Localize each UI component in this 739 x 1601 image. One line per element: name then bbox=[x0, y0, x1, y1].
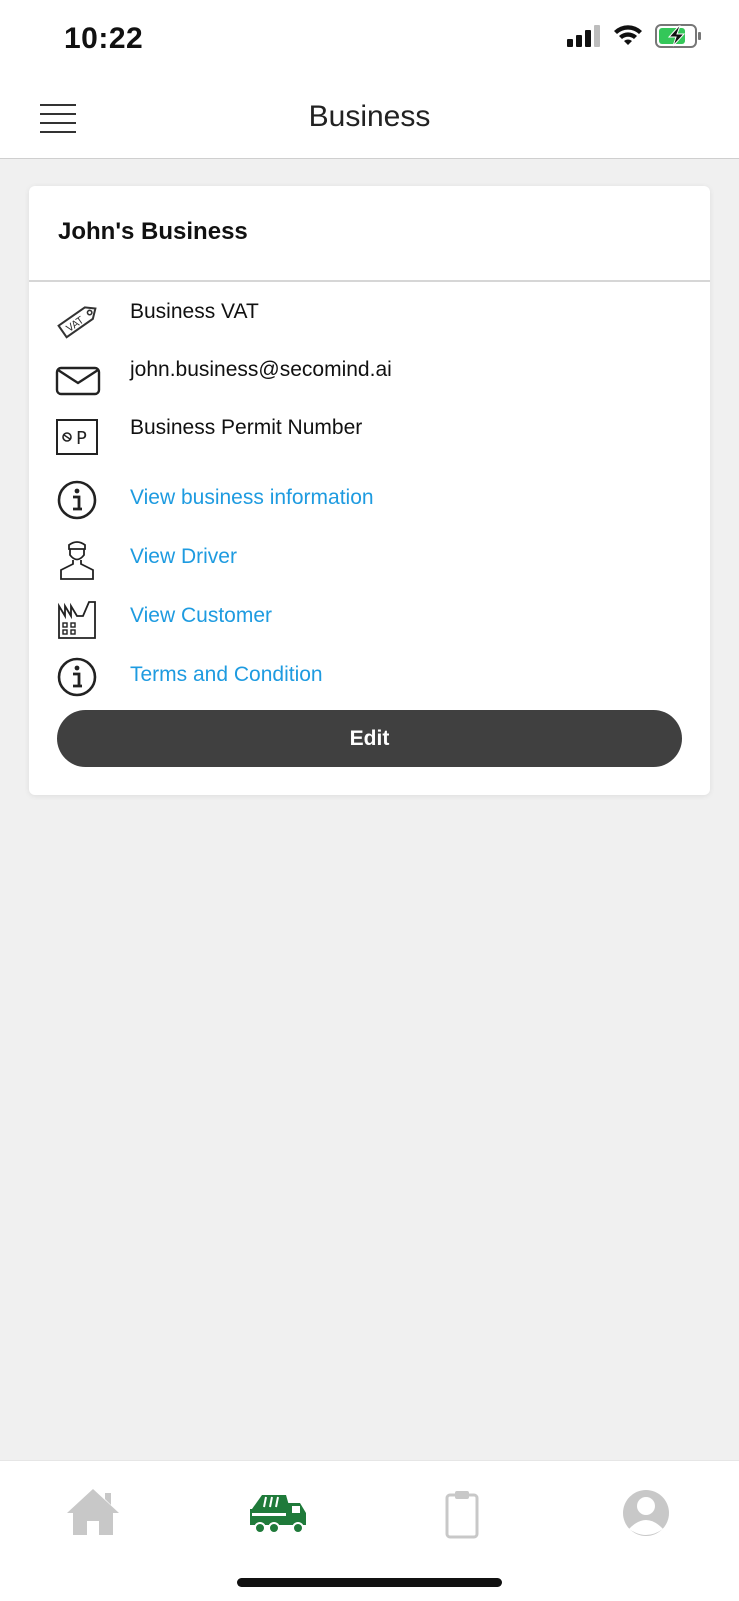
terms-and-condition-link[interactable]: Terms and Condition bbox=[29, 643, 710, 697]
tab-profile[interactable] bbox=[616, 1485, 676, 1541]
business-card: John's Business VAT Business VAT john.bu… bbox=[29, 186, 710, 795]
edit-button[interactable]: Edit bbox=[57, 710, 682, 767]
truck-icon bbox=[250, 1495, 306, 1534]
home-icon bbox=[67, 1489, 119, 1535]
tab-home[interactable] bbox=[63, 1485, 123, 1541]
battery-charging-icon bbox=[655, 24, 701, 48]
card-divider bbox=[29, 280, 710, 282]
email-row: john.business@secomind.ai bbox=[29, 350, 710, 402]
view-driver-link[interactable]: View Driver bbox=[29, 525, 710, 580]
info-icon bbox=[55, 478, 103, 526]
driver-icon bbox=[55, 537, 103, 585]
tab-clipboard[interactable] bbox=[432, 1485, 492, 1541]
view-driver-label[interactable]: View Driver bbox=[130, 545, 237, 569]
permit-label: Business Permit Number bbox=[130, 416, 363, 439]
nav-bar: Business bbox=[0, 80, 739, 159]
business-name: John's Business bbox=[58, 218, 248, 245]
parking-permit-icon: P bbox=[55, 412, 103, 460]
clipboard-icon bbox=[445, 1491, 479, 1539]
info-icon bbox=[55, 655, 103, 703]
envelope-icon bbox=[55, 354, 103, 402]
tab-truck[interactable] bbox=[248, 1485, 310, 1541]
view-customer-label[interactable]: View Customer bbox=[130, 604, 272, 628]
page-title: Business bbox=[308, 100, 431, 133]
view-customer-link[interactable]: View Customer bbox=[29, 584, 710, 639]
email-label: john.business@secomind.ai bbox=[130, 358, 392, 381]
view-business-information-label[interactable]: View business information bbox=[130, 486, 374, 510]
profile-icon bbox=[623, 1490, 669, 1536]
status-icons bbox=[567, 24, 703, 48]
home-indicator bbox=[237, 1578, 502, 1587]
status-bar: 10:22 bbox=[0, 0, 739, 80]
signal-icon bbox=[567, 25, 600, 47]
view-business-information-link[interactable]: View business information bbox=[29, 466, 710, 520]
status-time: 10:22 bbox=[64, 22, 144, 55]
factory-icon bbox=[55, 596, 103, 644]
terms-and-condition-label[interactable]: Terms and Condition bbox=[130, 663, 323, 687]
permit-row: P Business Permit Number bbox=[29, 408, 710, 460]
wifi-icon bbox=[614, 25, 642, 45]
vat-label: Business VAT bbox=[130, 300, 259, 323]
svg-text:P: P bbox=[76, 428, 87, 449]
vat-row: VAT Business VAT bbox=[29, 292, 710, 344]
vat-tag-icon: VAT bbox=[55, 296, 103, 344]
